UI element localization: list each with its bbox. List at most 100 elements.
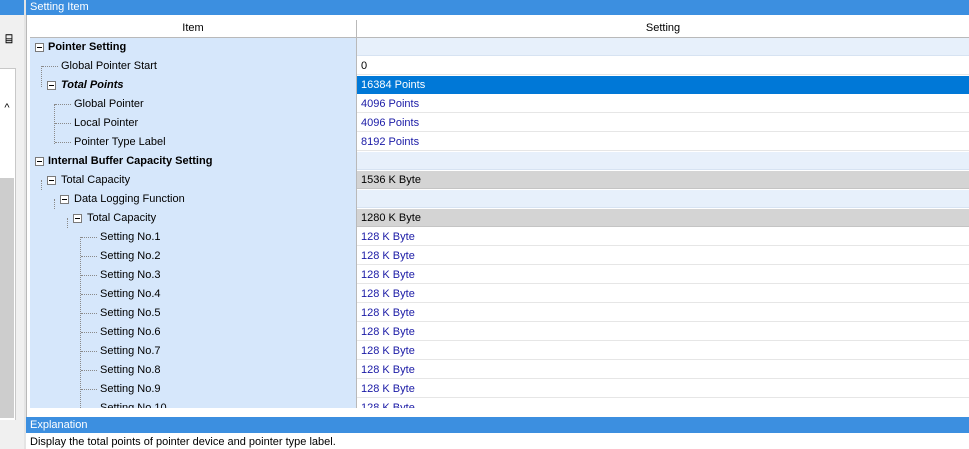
binoculars-icon[interactable]: ⌸ <box>0 30 18 48</box>
tree-connector <box>81 370 97 372</box>
row-label: Setting No.1 <box>100 231 161 243</box>
tree-row[interactable]: Setting No.1 128 K Byte <box>30 228 969 247</box>
row-label: Pointer Type Label <box>74 136 166 148</box>
item-cell: Total Capacity <box>30 171 357 190</box>
row-label: Setting No.8 <box>100 364 161 376</box>
minus-box-icon[interactable] <box>35 157 44 166</box>
minus-box-icon[interactable] <box>60 195 69 204</box>
setting-cell[interactable]: 16384 Points <box>357 76 969 94</box>
setting-cell <box>357 190 969 208</box>
minus-box-icon[interactable] <box>35 43 44 52</box>
tree-connector <box>41 180 42 190</box>
tree-row[interactable]: Setting No.3 128 K Byte <box>30 266 969 285</box>
row-label: Setting No.3 <box>100 269 161 281</box>
setting-item-panel: Setting Item Item Setting Pointer Settin… <box>26 0 969 449</box>
item-cell: Global Pointer <box>30 95 357 114</box>
item-cell: Data Logging Function <box>30 190 357 209</box>
tree-row[interactable]: Global Pointer 4096 Points <box>30 95 969 114</box>
setting-cell <box>357 152 969 170</box>
setting-cell[interactable]: 128 K Byte <box>357 266 969 284</box>
tree-row[interactable]: Setting No.4 128 K Byte <box>30 285 969 304</box>
setting-item-title: Setting Item <box>26 0 969 15</box>
row-label: Internal Buffer Capacity Setting <box>48 155 213 167</box>
tree-row[interactable]: Setting No.6 128 K Byte <box>30 323 969 342</box>
left-pane-title-bar <box>0 0 24 15</box>
settings-tree-grid: Pointer Setting Global Pointer Start 0 T… <box>30 38 969 408</box>
item-cell: Total Points <box>30 76 357 95</box>
setting-cell[interactable]: 128 K Byte <box>357 361 969 379</box>
tree-connector <box>55 104 71 106</box>
row-label: Total Capacity <box>87 212 157 224</box>
setting-cell[interactable]: 4096 Points <box>357 114 969 132</box>
tree-connector <box>54 104 55 144</box>
setting-cell[interactable]: 128 K Byte <box>357 304 969 322</box>
column-header-setting[interactable]: Setting <box>357 20 969 37</box>
row-label: Setting No.4 <box>100 288 161 300</box>
tree-row[interactable]: Data Logging Function <box>30 190 969 209</box>
tree-connector <box>81 237 97 239</box>
setting-cell[interactable]: 128 K Byte <box>357 323 969 341</box>
row-label: Setting No.2 <box>100 250 161 262</box>
item-cell: Pointer Setting <box>30 38 357 57</box>
tree-row[interactable]: Setting No.8 128 K Byte <box>30 361 969 380</box>
tree-row-selected[interactable]: Total Points 16384 Points <box>30 76 969 95</box>
tree-connector <box>41 66 42 87</box>
tree-connector <box>81 351 97 353</box>
tree-row[interactable]: Pointer Setting <box>30 38 969 57</box>
tree-row[interactable]: Local Pointer 4096 Points <box>30 114 969 133</box>
tree-row[interactable]: Setting No.10 128 K Byte <box>30 399 969 408</box>
setting-cell[interactable]: 128 K Byte <box>357 399 969 408</box>
tree-row[interactable]: Setting No.5 128 K Byte <box>30 304 969 323</box>
tree-connector <box>81 275 97 277</box>
column-header: Item Setting <box>30 20 969 38</box>
setting-cell[interactable]: 128 K Byte <box>357 228 969 246</box>
explanation-title: Explanation <box>26 417 969 433</box>
row-label: Data Logging Function <box>74 193 185 205</box>
item-cell: Local Pointer <box>30 114 357 133</box>
setting-cell: 1280 K Byte <box>357 209 969 227</box>
row-label: Total Points <box>61 79 124 91</box>
column-header-item[interactable]: Item <box>30 20 357 37</box>
setting-cell[interactable]: 128 K Byte <box>357 380 969 398</box>
item-cell: Internal Buffer Capacity Setting <box>30 152 357 171</box>
item-cell: Pointer Type Label <box>30 133 357 152</box>
tree-row[interactable]: Setting No.9 128 K Byte <box>30 380 969 399</box>
row-label: Total Capacity <box>61 174 131 186</box>
tree-row[interactable]: Global Pointer Start 0 <box>30 57 969 76</box>
setting-cell[interactable]: 128 K Byte <box>357 285 969 303</box>
tree-row[interactable]: Internal Buffer Capacity Setting <box>30 152 969 171</box>
minus-box-icon[interactable] <box>47 81 56 90</box>
row-label: Global Pointer Start <box>61 60 157 72</box>
minus-box-icon[interactable] <box>47 176 56 185</box>
tree-row[interactable]: Total Capacity 1280 K Byte <box>30 209 969 228</box>
row-label: Setting No.5 <box>100 307 161 319</box>
setting-cell[interactable]: 4096 Points <box>357 95 969 113</box>
minus-box-icon[interactable] <box>73 214 82 223</box>
tree-row[interactable]: Setting No.7 128 K Byte <box>30 342 969 361</box>
row-label: Global Pointer <box>74 98 144 110</box>
explanation-text: Display the total points of pointer devi… <box>30 436 336 448</box>
setting-cell[interactable]: 8192 Points <box>357 133 969 151</box>
row-label: Setting No.9 <box>100 383 161 395</box>
setting-cell[interactable]: 128 K Byte <box>357 342 969 360</box>
item-cell: Global Pointer Start <box>30 57 357 76</box>
tree-connector <box>67 218 68 228</box>
tree-row[interactable]: Pointer Type Label 8192 Points <box>30 133 969 152</box>
setting-cell[interactable]: 0 <box>357 57 969 75</box>
row-label: Setting No.10 <box>100 402 167 408</box>
tree-row[interactable]: Total Capacity 1536 K Byte <box>30 171 969 190</box>
setting-cell <box>357 38 969 56</box>
scrollbar-thumb[interactable] <box>0 178 14 418</box>
divider <box>26 15 27 417</box>
tree-connector <box>81 313 97 315</box>
tree-connector <box>55 123 71 125</box>
tree-connector <box>80 237 81 408</box>
tree-connector <box>81 332 97 334</box>
tree-row[interactable]: Setting No.2 128 K Byte <box>30 247 969 266</box>
row-label: Local Pointer <box>74 117 139 129</box>
row-label: Setting No.7 <box>100 345 161 357</box>
chevron-up-icon[interactable]: ^ <box>0 100 14 116</box>
setting-cell[interactable]: 128 K Byte <box>357 247 969 265</box>
setting-cell: 1536 K Byte <box>357 171 969 189</box>
left-pane: ⌸ ^ <box>0 0 26 449</box>
